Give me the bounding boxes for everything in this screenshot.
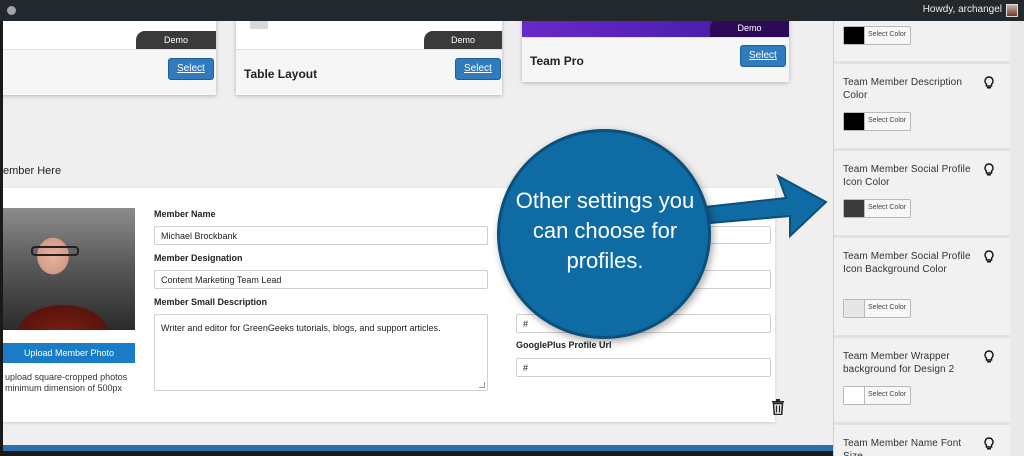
color-swatch <box>844 387 865 404</box>
color-swatch <box>844 300 865 317</box>
photo-detail <box>31 246 79 256</box>
lightbulb-icon[interactable] <box>983 250 995 264</box>
member-designation-label: Member Designation <box>154 253 243 263</box>
upload-photo-button[interactable]: Upload Member Photo <box>3 343 135 363</box>
select-color-button[interactable]: Select Color <box>843 112 911 131</box>
select-color-label: Select Color <box>868 304 907 311</box>
select-color-label: Select Color <box>868 204 907 211</box>
avatar[interactable] <box>1006 4 1018 17</box>
setting-label: Team Member Name Font Size <box>843 438 962 456</box>
lightbulb-icon[interactable] <box>983 437 995 451</box>
select-color-button[interactable]: Select Color <box>843 386 911 405</box>
color-swatch <box>844 113 865 130</box>
member-name-field[interactable]: Michael Brockbank <box>154 226 488 245</box>
select-color-label: Select Color <box>868 31 907 38</box>
admin-bar: Howdy, archangel <box>0 0 1024 21</box>
googleplus-field[interactable]: # <box>516 358 771 377</box>
lightbulb-icon[interactable] <box>983 350 995 364</box>
googleplus-label: GooglePlus Profile Url <box>516 340 612 350</box>
section-heading: ember Here <box>3 165 62 177</box>
layout-title: Table Layout <box>244 67 318 81</box>
callout-arrow-icon <box>694 173 828 239</box>
layout-preview-thumb <box>250 21 268 29</box>
member-description-field[interactable]: Writer and editor for GreenGeeks tutoria… <box>154 314 488 391</box>
lightbulb-icon[interactable] <box>983 76 995 90</box>
layout-card-team-pro: Demo Team Pro Select <box>522 21 789 82</box>
member-description-text: Writer and editor for GreenGeeks tutoria… <box>161 323 441 333</box>
layout-card-1: Demo Select <box>3 21 216 95</box>
member-description-label: Member Small Description <box>154 297 268 307</box>
select-color-label: Select Color <box>868 117 907 124</box>
demo-tab[interactable]: Demo <box>710 21 789 37</box>
select-color-button[interactable]: Select Color <box>843 199 911 218</box>
callout-text: Other settings you can choose for profil… <box>515 188 695 273</box>
upload-note-line: minimum dimension of 500px <box>5 383 123 393</box>
setting-label: Team Member Social Profile Icon Color <box>843 164 971 188</box>
layout-title: Team Pro <box>530 54 584 68</box>
color-swatch <box>844 200 865 217</box>
select-button[interactable]: Select <box>740 45 786 67</box>
resize-handle-icon[interactable] <box>479 382 485 388</box>
select-color-button[interactable]: Select Color <box>843 26 911 45</box>
sidebar-scrollbar[interactable] <box>1010 21 1024 456</box>
setting-label: Team Member Social Profile Icon Backgrou… <box>843 251 971 275</box>
select-button[interactable]: Select <box>455 58 501 80</box>
trash-icon[interactable] <box>771 399 785 415</box>
setting-label: Team Member Wrapper background for Desig… <box>843 351 955 375</box>
demo-tab[interactable]: Demo <box>424 31 502 49</box>
setting-wrapper-background: Team Member Wrapper background for Desig… <box>834 335 1011 422</box>
admin-greeting[interactable]: Howdy, archangel <box>923 4 1002 15</box>
select-color-button[interactable]: Select Color <box>843 299 911 318</box>
color-swatch <box>844 27 865 44</box>
setting-description-color: Team Member Description Color Select Col… <box>834 61 1011 148</box>
settings-sidebar: Select Color Team Member Description Col… <box>833 21 1024 456</box>
demo-tab[interactable]: Demo <box>136 31 216 49</box>
wordpress-logo-icon[interactable] <box>7 6 16 15</box>
bottom-strip <box>3 445 833 451</box>
select-color-label: Select Color <box>868 391 907 398</box>
member-name-label: Member Name <box>154 209 216 219</box>
setting-social-icon-color: Team Member Social Profile Icon Color Se… <box>834 148 1011 235</box>
upload-note: upload square-cropped photos minimum dim… <box>5 372 135 394</box>
setting-name-font-size: Team Member Name Font Size <box>834 422 1011 456</box>
lightbulb-icon[interactable] <box>983 163 995 177</box>
select-button[interactable]: Select <box>168 58 214 80</box>
upload-note-line: upload square-cropped photos <box>5 372 128 382</box>
member-photo <box>3 208 135 330</box>
setting-label: Team Member Description Color <box>843 77 963 101</box>
layout-card-table: Demo Table Layout Select <box>236 21 502 95</box>
setting-social-icon-background: Team Member Social Profile Icon Backgrou… <box>834 235 1011 335</box>
member-designation-field[interactable]: Content Marketing Team Lead <box>154 270 488 289</box>
